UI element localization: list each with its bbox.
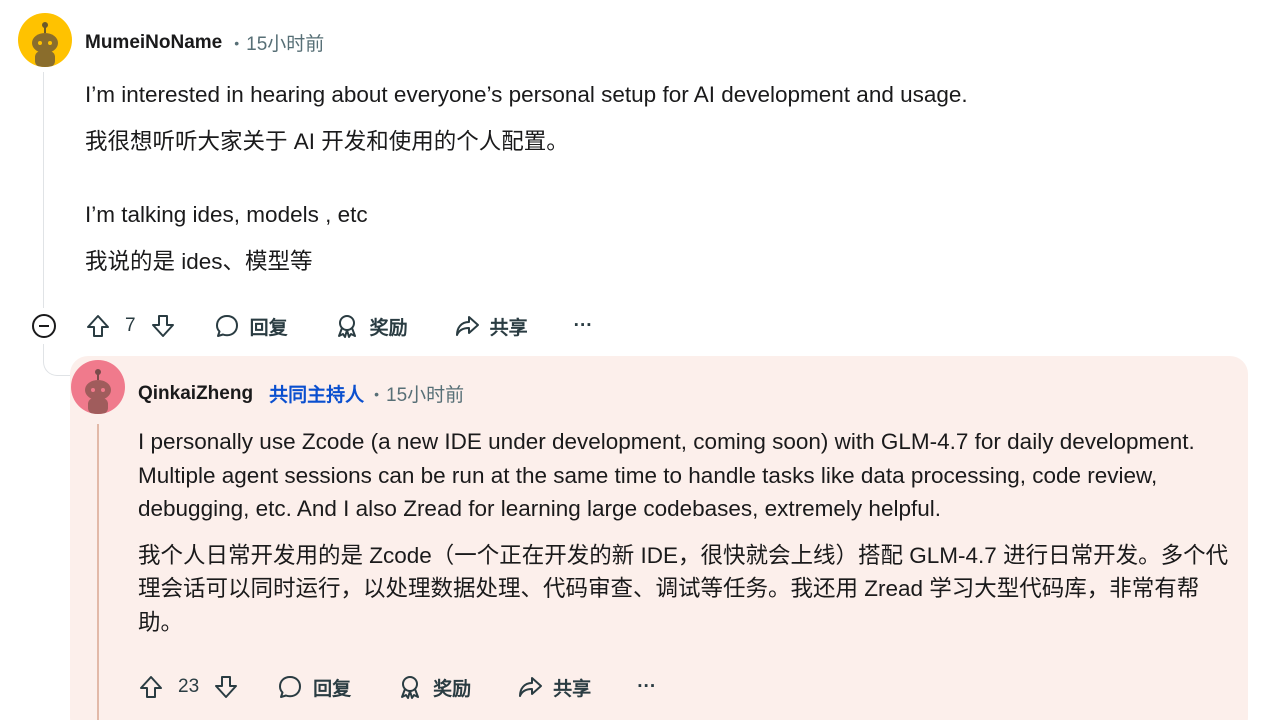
vote-count: 7 bbox=[125, 315, 136, 336]
award-button[interactable]: 奖励 bbox=[334, 313, 408, 340]
collapse-button[interactable] bbox=[31, 313, 57, 339]
reply-button[interactable]: 回复 bbox=[277, 674, 351, 701]
share-button[interactable]: 共享 bbox=[454, 313, 528, 340]
more-icon: ··· bbox=[637, 676, 657, 697]
avatar[interactable] bbox=[18, 13, 72, 67]
reply-actions: 23 回复 奖励 共享 ··· bbox=[138, 670, 656, 704]
award-label: 奖励 bbox=[369, 317, 408, 339]
comment-body: I’m interested in hearing about everyone… bbox=[85, 78, 1235, 278]
downvote-icon bbox=[151, 315, 174, 337]
share-icon bbox=[519, 677, 543, 697]
upvote-icon bbox=[87, 315, 109, 337]
vote-count: 23 bbox=[178, 676, 200, 697]
reply-paragraph: 我个人日常开发用的是 Zcode（一个正在开发的新 IDE，很快就会上线）搭配 … bbox=[138, 542, 1229, 635]
downvote-icon bbox=[215, 676, 238, 698]
comment-bubble-icon bbox=[279, 676, 302, 698]
award-icon bbox=[337, 315, 356, 338]
collapse-icon bbox=[32, 314, 56, 338]
thread-connector bbox=[43, 344, 73, 376]
separator-dot: • bbox=[374, 385, 379, 402]
moderator-flair: 共同主持人 bbox=[269, 385, 365, 406]
upvote-icon bbox=[140, 676, 162, 698]
separator-dot: • bbox=[234, 34, 240, 51]
reply-label: 回复 bbox=[249, 317, 288, 339]
comment-paragraph: 我说的是 ides、模型等 bbox=[85, 248, 313, 274]
reply-label: 回复 bbox=[313, 678, 352, 700]
reply-author-name[interactable]: QinkaiZheng bbox=[138, 383, 253, 405]
upvote-button[interactable] bbox=[138, 674, 164, 700]
snoo-avatar-icon bbox=[18, 13, 72, 67]
snoo-avatar-icon bbox=[71, 360, 125, 414]
reply-meta: QinkaiZheng 共同主持人 • 15小时前 bbox=[138, 380, 464, 407]
comment-meta: MumeiNoName • 15小时前 bbox=[85, 29, 324, 56]
award-label: 奖励 bbox=[433, 678, 472, 700]
upvote-button[interactable] bbox=[85, 313, 111, 339]
timestamp[interactable]: 15小时前 bbox=[386, 380, 464, 407]
comment-actions: 7 回复 奖励 共享 ··· bbox=[85, 309, 593, 343]
reply-avatar[interactable] bbox=[71, 360, 125, 414]
more-options-button[interactable]: ··· bbox=[574, 315, 593, 337]
share-label: 共享 bbox=[489, 317, 528, 339]
share-label: 共享 bbox=[553, 678, 592, 700]
reply-thread-line bbox=[97, 424, 99, 720]
vote-group: 23 bbox=[138, 674, 239, 700]
more-options-button[interactable]: ··· bbox=[637, 676, 656, 698]
award-icon bbox=[401, 676, 420, 699]
downvote-button[interactable] bbox=[150, 313, 176, 339]
share-button[interactable]: 共享 bbox=[517, 674, 591, 701]
comment-paragraph: I’m interested in hearing about everyone… bbox=[85, 82, 968, 107]
timestamp[interactable]: 15小时前 bbox=[246, 29, 324, 56]
reply-button[interactable]: 回复 bbox=[214, 313, 288, 340]
share-icon bbox=[455, 316, 479, 336]
thread-line bbox=[43, 72, 44, 308]
reply-body: I personally use Zcode (a new IDE under … bbox=[138, 425, 1233, 639]
comment-paragraph: I’m talking ides, models , etc bbox=[85, 202, 368, 227]
vote-group: 7 bbox=[85, 313, 176, 339]
reply-paragraph: I personally use Zcode (a new IDE under … bbox=[138, 429, 1195, 521]
author-name[interactable]: MumeiNoName bbox=[85, 32, 222, 54]
more-icon: ··· bbox=[573, 315, 593, 336]
downvote-button[interactable] bbox=[213, 674, 239, 700]
comment-bubble-icon bbox=[215, 315, 238, 337]
award-button[interactable]: 奖励 bbox=[397, 674, 471, 701]
comment-paragraph: 我很想听听大家关于 AI 开发和使用的个人配置。 bbox=[85, 128, 569, 154]
